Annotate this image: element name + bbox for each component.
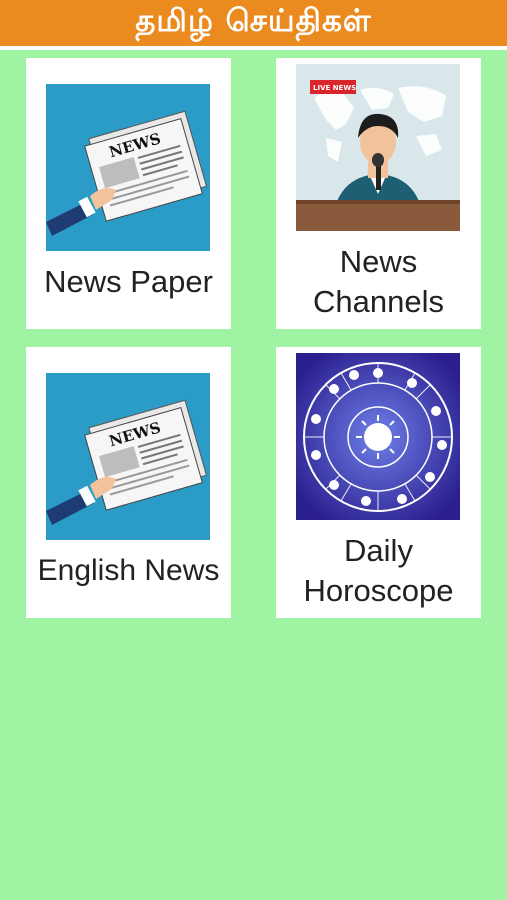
english-news-card[interactable]: NEWS English News bbox=[26, 347, 231, 618]
news-paper-card[interactable]: NEWS News Paper bbox=[26, 58, 231, 329]
appbar-divider bbox=[0, 46, 507, 50]
daily-horoscope-label-line1: Daily bbox=[344, 533, 413, 568]
news-anchor-image: LIVE NEWS bbox=[296, 64, 460, 231]
newspaper-image: NEWS bbox=[46, 84, 210, 251]
news-channels-label-line1: News bbox=[339, 244, 418, 279]
english-news-label: English News bbox=[37, 554, 220, 587]
app-bar: தமிழ் செய்திகள் bbox=[0, 0, 507, 46]
news-paper-label: News Paper bbox=[44, 264, 213, 299]
daily-horoscope-label: Daily Horoscope bbox=[276, 531, 481, 611]
svg-text:LIVE NEWS: LIVE NEWS bbox=[313, 84, 356, 92]
zodiac-wheel-image bbox=[296, 353, 460, 520]
news-channels-label-line2: Channels bbox=[313, 284, 444, 319]
newspaper-image: NEWS bbox=[46, 373, 210, 540]
app-title: தமிழ் செய்திகள் bbox=[135, 3, 372, 39]
daily-horoscope-card[interactable]: Daily Horoscope bbox=[276, 347, 481, 618]
news-channels-label: News Channels bbox=[276, 242, 481, 322]
daily-horoscope-label-line2: Horoscope bbox=[303, 573, 454, 608]
news-channels-card[interactable]: LIVE NEWS News Channels bbox=[276, 58, 481, 329]
